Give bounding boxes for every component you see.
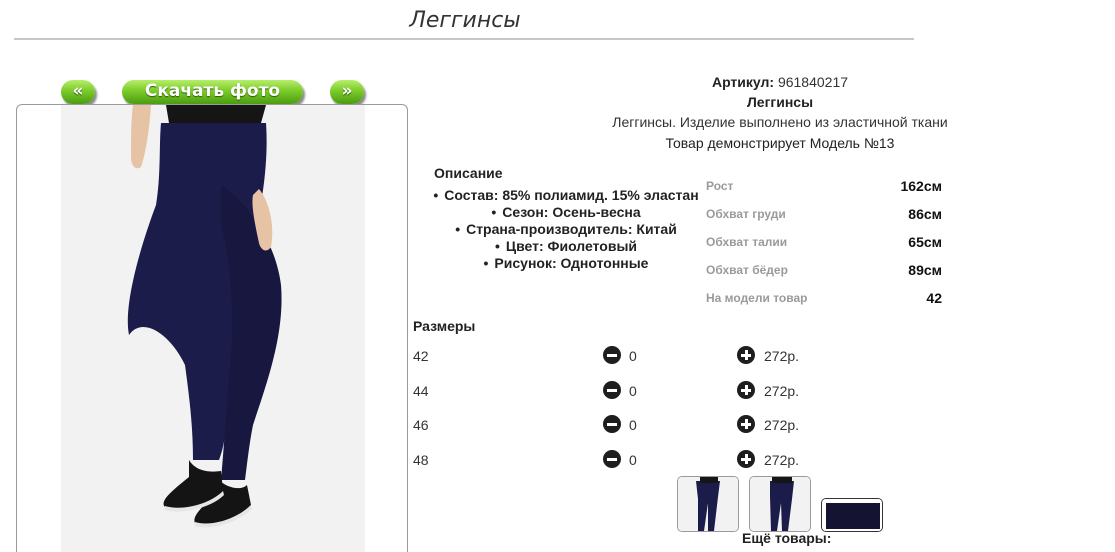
quantity-value: 0 (629, 417, 637, 433)
more-goods-heading: Ещё товары: (742, 530, 832, 546)
size-row: 46 0 272р. (413, 415, 833, 435)
title-divider (14, 38, 914, 40)
next-photo-button[interactable]: » (330, 80, 364, 104)
size-label: 48 (413, 452, 429, 468)
size-label: 44 (413, 383, 429, 399)
param-label: На модели товар (706, 291, 808, 305)
param-label: Рост (706, 179, 734, 193)
size-row: 48 0 272р. (413, 450, 833, 470)
product-photo-frame (16, 104, 408, 552)
quantity-value: 0 (629, 383, 637, 399)
description-item: Рисунок: Однотонные (424, 255, 708, 272)
size-price: 272р. (764, 383, 800, 399)
quantity-value: 0 (629, 348, 637, 364)
param-value: 86см (908, 206, 942, 222)
minus-circle-icon[interactable] (603, 415, 621, 433)
param-row-height: Рост 162см (706, 176, 942, 204)
param-row-model-size: На модели товар 42 (706, 288, 942, 316)
plus-circle-icon[interactable] (737, 346, 755, 364)
article-line: Артикул: 961840217 (560, 74, 1000, 90)
plus-circle-icon[interactable] (737, 415, 755, 433)
param-value: 65см (908, 234, 942, 250)
photo-thumbnail[interactable] (749, 476, 811, 532)
description-item: Сезон: Осень-весна (424, 204, 708, 221)
size-row: 42 0 272р. (413, 346, 833, 366)
minus-circle-icon[interactable] (603, 381, 621, 399)
minus-circle-icon[interactable] (603, 346, 621, 364)
size-label: 42 (413, 348, 429, 364)
size-label: 46 (413, 417, 429, 433)
thumbnail-image (678, 477, 738, 531)
size-row: 44 0 272р. (413, 381, 833, 401)
sizes-heading: Размеры (413, 318, 476, 334)
article-label: Артикул: (711, 74, 775, 90)
description-item: Страна-производитель: Китай (424, 221, 708, 238)
description-item: Состав: 85% полиамид. 15% эластан (424, 187, 708, 204)
param-row-chest: Обхват груди 86см (706, 204, 942, 232)
prev-photo-button[interactable]: « (61, 80, 95, 104)
param-value: 89см (908, 262, 942, 278)
param-value: 162см (900, 178, 942, 194)
product-description: Леггинсы. Изделие выполнено из эластично… (612, 114, 948, 130)
description-item: Цвет: Фиолетовый (424, 238, 708, 255)
page-title: Леггинсы (409, 8, 521, 33)
product-photo (127, 105, 282, 528)
photo-thumbnail[interactable] (677, 476, 739, 532)
size-price: 272р. (764, 417, 800, 433)
article-value: 961840217 (777, 74, 849, 90)
param-row-hips: Обхват бёдер 89см (706, 260, 942, 288)
thumbnail-image (822, 499, 882, 531)
param-value: 42 (926, 290, 942, 306)
download-photo-button[interactable]: Скачать фото (122, 80, 303, 104)
description-heading: Описание (434, 165, 503, 181)
param-label: Обхват талии (706, 235, 788, 249)
size-price: 272р. (764, 348, 800, 364)
size-price: 272р. (764, 452, 800, 468)
model-params-table: Рост 162см Обхват груди 86см Обхват тали… (706, 176, 942, 316)
param-row-waist: Обхват талии 65см (706, 232, 942, 260)
description-list: Состав: 85% полиамид. 15% эластан Сезон:… (424, 187, 708, 272)
plus-circle-icon[interactable] (737, 381, 755, 399)
thumbnail-image (750, 477, 810, 531)
photo-thumbnail[interactable] (821, 498, 883, 532)
minus-circle-icon[interactable] (603, 450, 621, 468)
plus-circle-icon[interactable] (737, 450, 755, 468)
product-name: Леггинсы (746, 94, 814, 110)
model-info: Товар демонстрирует Модель №13 (665, 135, 895, 151)
quantity-value: 0 (629, 452, 637, 468)
param-label: Обхват бёдер (706, 263, 788, 277)
param-label: Обхват груди (706, 207, 786, 221)
